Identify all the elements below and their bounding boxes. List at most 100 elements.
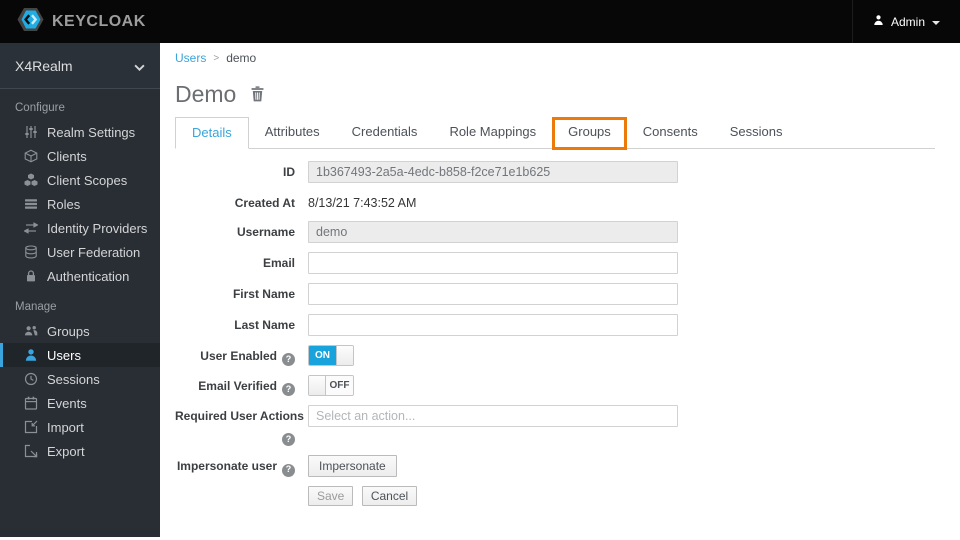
email-field[interactable] [308,251,678,274]
realm-name: X4Realm [15,57,73,74]
sidebar: X4Realm Configure Realm Settings Clients… [0,43,160,537]
help-icon: ? [282,352,295,366]
breadcrumb-users-link[interactable]: Users [175,51,206,65]
sidebar-item-label: Sessions [47,371,100,387]
form-row-user-enabled: User Enabled? ON [175,344,935,366]
help-icon: ? [282,463,295,477]
form-row-last-name: Last Name [175,313,935,336]
first-name-label: First Name [232,286,295,301]
sidebar-item-label: Events [47,395,87,411]
cancel-button[interactable]: Cancel [361,486,418,507]
exchange-icon [23,221,38,236]
user-enabled-toggle[interactable]: ON [308,344,354,366]
page-title-row: Demo [175,80,935,108]
form-row-username: Username [175,220,935,243]
user-menu-label: Admin [890,14,925,29]
tab-role-mappings[interactable]: Role Mappings [433,117,552,149]
toggle-off-label: OFF [326,375,353,395]
cube-icon [23,149,38,164]
sidebar-nav: Configure Realm Settings Clients Client … [0,89,160,463]
tab-bar: Details Attributes Credentials Role Mapp… [175,117,935,150]
sidebar-item-roles[interactable]: Roles [0,192,160,216]
user-menu-dropdown[interactable]: Admin [851,0,960,43]
groups-icon [23,324,38,339]
sidebar-item-label: Users [47,347,81,363]
sidebar-item-groups[interactable]: Groups [0,319,160,343]
user-icon [23,348,38,363]
help-icon: ? [282,383,295,397]
sidebar-item-identity-providers[interactable]: Identity Providers [0,216,160,240]
help-icon: ? [282,433,295,447]
realm-selector[interactable]: X4Realm [0,43,160,89]
toggle-on-label: ON [309,345,336,365]
id-label: ID [283,165,295,179]
clock-icon [23,372,38,387]
sidebar-item-export[interactable]: Export [0,439,160,463]
caret-down-icon [932,20,940,25]
form-row-impersonate: Impersonate user? Impersonate [175,455,935,478]
chevron-down-icon [134,58,145,74]
user-details-form: ID Created At 8/13/21 7:43:52 AM Usernam… [175,161,935,507]
sidebar-item-label: Export [47,443,85,459]
keycloak-admin-console: KEYCLOAK Admin X4Realm Configure Realm S… [0,0,960,540]
topbar: KEYCLOAK Admin [0,0,960,43]
form-row-created-at: Created At 8/13/21 7:43:52 AM [175,192,935,212]
id-field[interactable] [308,161,678,183]
tab-credentials[interactable]: Credentials [336,117,434,149]
tab-sessions[interactable]: Sessions [714,117,799,149]
list-icon [23,197,38,212]
cubes-icon [23,173,38,188]
page-title: Demo [175,80,237,107]
form-row-required-user-actions: Required User Actions ? [175,405,935,447]
form-row-id: ID [175,161,935,183]
tab-groups[interactable]: Groups [552,117,627,150]
toggle-knob [309,375,326,395]
breadcrumb: Users > demo [175,51,935,65]
sidebar-item-users[interactable]: Users [0,343,160,367]
sidebar-item-label: Import [47,419,84,435]
brand-text: KEYCLOAK [52,12,146,30]
impersonate-user-label: Impersonate user? [175,455,295,477]
import-icon [23,420,38,435]
toggle-knob [336,345,353,365]
form-row-email-verified: Email Verified? OFF [175,374,935,397]
sidebar-item-user-federation[interactable]: User Federation [0,240,160,264]
username-field[interactable] [308,220,678,243]
sidebar-item-client-scopes[interactable]: Client Scopes [0,168,160,192]
keycloak-logo-icon [17,6,44,38]
section-label-configure: Configure [15,102,65,114]
section-label-manage: Manage [15,301,57,313]
form-actions: Save Cancel [175,486,935,507]
sidebar-item-label: Identity Providers [47,220,148,236]
email-verified-label: Email Verified? [175,375,295,397]
sidebar-item-authentication[interactable]: Authentication [0,264,160,288]
keycloak-brand: KEYCLOAK [0,6,146,38]
sidebar-item-clients[interactable]: Clients [0,144,160,168]
tab-attributes[interactable]: Attributes [249,117,336,149]
email-label: Email [262,255,295,270]
sidebar-item-realm-settings[interactable]: Realm Settings [0,120,160,144]
lock-icon [23,269,38,284]
email-verified-toggle[interactable]: OFF [308,374,354,396]
tab-details[interactable]: Details [175,117,249,149]
form-row-email: Email [175,251,935,274]
sidebar-item-label: Client Scopes [47,172,128,188]
sidebar-item-sessions[interactable]: Sessions [0,367,160,391]
sidebar-item-label: Roles [47,196,81,212]
impersonate-button[interactable]: Impersonate [308,455,397,478]
created-at-value: 8/13/21 7:43:52 AM [308,196,417,210]
sliders-icon [23,125,38,140]
last-name-field[interactable] [308,313,678,336]
form-row-first-name: First Name [175,282,935,305]
save-button[interactable]: Save [308,486,354,507]
sidebar-item-events[interactable]: Events [0,391,160,415]
last-name-label: Last Name [234,317,295,332]
sidebar-item-import[interactable]: Import [0,415,160,439]
main-content: Users > demo Demo Details Attributes Cre… [160,43,960,540]
required-user-actions-select[interactable] [308,405,678,428]
sidebar-item-label: Authentication [47,268,130,284]
trash-icon[interactable] [250,86,265,102]
first-name-field[interactable] [308,282,678,305]
user-enabled-label: User Enabled? [175,345,295,366]
tab-consents[interactable]: Consents [627,117,714,149]
